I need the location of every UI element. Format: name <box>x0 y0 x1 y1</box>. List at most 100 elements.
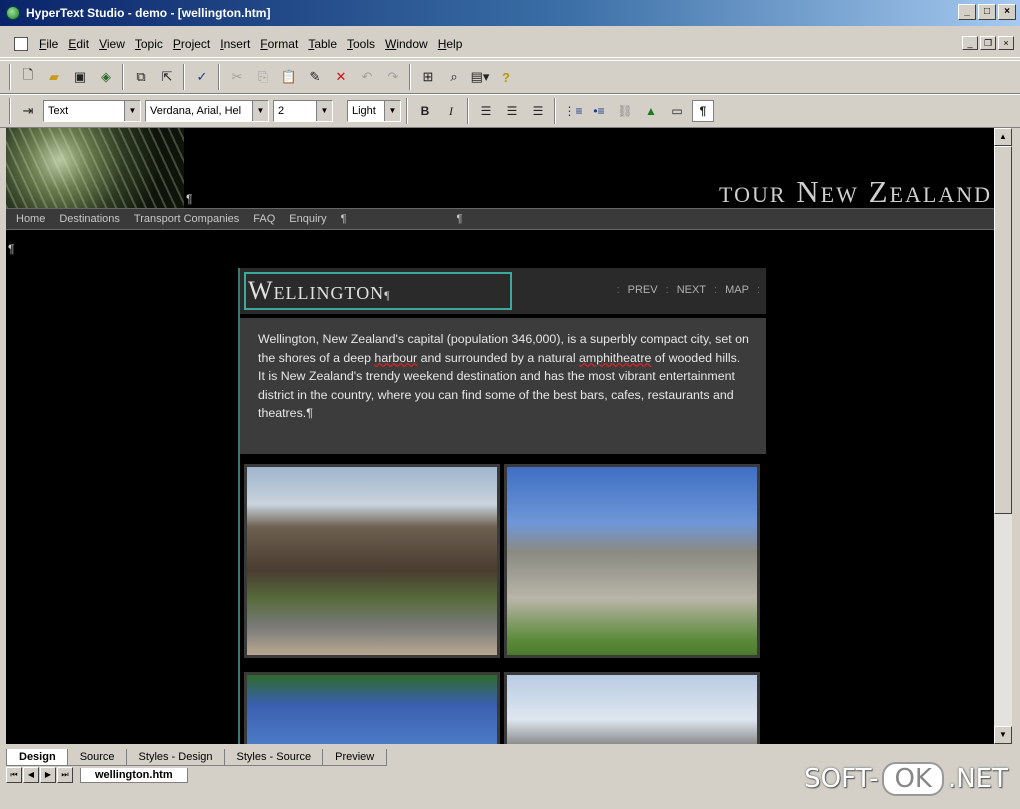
minimize-button[interactable]: _ <box>958 4 976 20</box>
help-icon[interactable]: ? <box>495 66 517 88</box>
tab-source[interactable]: Source <box>66 749 128 766</box>
save-icon[interactable]: ▣ <box>69 66 91 88</box>
tab-preview[interactable]: Preview <box>322 749 388 766</box>
window-controls: _ □ × <box>958 4 1016 20</box>
font-select[interactable]: Verdana, Arial, Hel ▼ <box>145 100 269 122</box>
doc-close-button[interactable]: × <box>998 36 1014 50</box>
prev-link[interactable]: PREV <box>628 284 658 296</box>
show-marks-icon[interactable]: ¶ <box>692 100 714 122</box>
tab-styles-design[interactable]: Styles - Design <box>125 749 226 766</box>
nav-enquiry[interactable]: Enquiry <box>289 213 326 225</box>
insert-image-icon[interactable]: ▲ <box>640 100 662 122</box>
destination-heading[interactable]: Wellington¶ <box>244 272 512 310</box>
maximize-button[interactable]: □ <box>978 4 996 20</box>
photo-church[interactable] <box>504 672 760 744</box>
menu-project[interactable]: Project <box>168 35 215 53</box>
scroll-down-icon[interactable]: ▼ <box>994 726 1012 744</box>
doc-restore-button[interactable]: ❐ <box>980 36 996 50</box>
browser-preview-icon[interactable]: ⧉ <box>130 66 152 88</box>
align-right-icon[interactable]: ☰ <box>527 100 549 122</box>
map-link[interactable]: MAP <box>725 284 749 296</box>
last-tab-icon[interactable]: ⏭ <box>57 767 73 783</box>
cut-icon[interactable]: ✂ <box>226 66 248 88</box>
size-select[interactable]: 2 ▼ <box>273 100 333 122</box>
menu-table[interactable]: Table <box>303 35 342 53</box>
vertical-scrollbar[interactable]: ▲ ▼ <box>994 128 1012 744</box>
prev-tab-icon[interactable]: ◀ <box>23 767 39 783</box>
undo-icon[interactable]: ↶ <box>356 66 378 88</box>
open-folder-icon[interactable]: ▰ <box>43 66 65 88</box>
next-tab-icon[interactable]: ▶ <box>40 767 56 783</box>
menu-file[interactable]: File <box>34 35 63 53</box>
insert-table-icon[interactable]: ▭ <box>666 100 688 122</box>
menu-topic[interactable]: Topic <box>130 35 168 53</box>
watermark-text: .NET <box>947 764 1008 794</box>
copy-icon[interactable]: ⎘ <box>252 66 274 88</box>
properties-icon[interactable]: ⊞ <box>417 66 439 88</box>
view-mode-icon[interactable]: ▤▾ <box>469 66 491 88</box>
close-button[interactable]: × <box>998 4 1016 20</box>
destination-description[interactable]: Wellington, New Zealand's capital (popul… <box>240 318 766 454</box>
scroll-up-icon[interactable]: ▲ <box>994 128 1012 146</box>
paste-icon[interactable]: 📋 <box>278 66 300 88</box>
align-group: ☰ ☰ ☰ <box>468 98 555 124</box>
redo-icon[interactable]: ↷ <box>382 66 404 88</box>
align-center-icon[interactable]: ☰ <box>501 100 523 122</box>
destination-panel: Wellington¶ : PREV : NEXT : MAP : Wellin… <box>238 268 766 744</box>
new-file-icon[interactable]: 🗋 <box>17 66 39 88</box>
paragraph-mark: ¶ <box>456 213 463 225</box>
italic-icon[interactable]: I <box>440 100 462 122</box>
document-tab[interactable]: wellington.htm <box>80 767 188 783</box>
tab-styles-source[interactable]: Styles - Source <box>223 749 325 766</box>
app-icon <box>6 6 20 20</box>
menu-view[interactable]: View <box>94 35 130 53</box>
menu-window[interactable]: Window <box>380 35 433 53</box>
next-link[interactable]: NEXT <box>677 284 706 296</box>
menu-tools[interactable]: Tools <box>342 35 380 53</box>
find-icon[interactable]: ⌕ <box>443 66 465 88</box>
document-icon[interactable] <box>14 36 28 51</box>
photo-trees[interactable] <box>244 672 500 744</box>
menu-edit[interactable]: Edit <box>63 35 94 53</box>
format-painter-icon[interactable]: ✎ <box>304 66 326 88</box>
design-view[interactable]: ¶ tour New Zealand Home Destinations Tra… <box>6 128 994 744</box>
style-select-value: Text <box>48 105 69 117</box>
scroll-thumb[interactable] <box>994 146 1012 514</box>
spellcheck-icon[interactable]: ✓ <box>191 66 213 88</box>
color-select[interactable]: Light ▼ <box>347 100 401 122</box>
paragraph-mark: ¶ <box>384 288 391 302</box>
description-text: and surrounded by a natural <box>417 350 580 365</box>
text-style-group: B I <box>407 98 468 124</box>
save-all-icon[interactable]: ◈ <box>95 66 117 88</box>
first-tab-icon[interactable]: ⏮ <box>6 767 22 783</box>
photo-beehive[interactable] <box>504 464 760 658</box>
menu-format[interactable]: Format <box>255 35 303 53</box>
menu-insert[interactable]: Insert <box>215 35 255 53</box>
numbered-list-icon[interactable]: ⋮≡ <box>562 100 584 122</box>
spell-group: ✓ <box>184 64 219 90</box>
photo-town-hall[interactable] <box>244 464 500 658</box>
menu-help[interactable]: Help <box>433 35 468 53</box>
paragraph-mark: ¶ <box>340 213 347 225</box>
doc-minimize-button[interactable]: _ <box>962 36 978 50</box>
style-select[interactable]: Text ▼ <box>43 100 141 122</box>
bold-icon[interactable]: B <box>414 100 436 122</box>
insert-link-icon[interactable]: ⛓ <box>614 100 636 122</box>
watermark: SOFT- OK .NET <box>804 762 1008 796</box>
align-left-icon[interactable]: ☰ <box>475 100 497 122</box>
delete-icon[interactable]: ✕ <box>330 66 352 88</box>
nav-faq[interactable]: FAQ <box>253 213 275 225</box>
paragraph-mark: ¶ <box>306 406 313 420</box>
format-toolbar: ⇥ Text ▼ Verdana, Arial, Hel ▼ 2 ▼ Light… <box>0 94 1020 128</box>
nav-transport[interactable]: Transport Companies <box>134 213 239 225</box>
edit-group: ✂ ⎘ 📋 ✎ ✕ ↶ ↷ <box>219 64 410 90</box>
banner-photo <box>6 128 184 208</box>
tab-design[interactable]: Design <box>6 749 69 766</box>
bullet-list-icon[interactable]: •≡ <box>588 100 610 122</box>
style-icon[interactable]: ⇥ <box>17 100 39 122</box>
watermark-ok: OK <box>882 762 944 796</box>
nav-home[interactable]: Home <box>16 213 45 225</box>
site-title: tour New Zealand <box>719 174 992 209</box>
publish-icon[interactable]: ⇱ <box>156 66 178 88</box>
nav-destinations[interactable]: Destinations <box>59 213 120 225</box>
